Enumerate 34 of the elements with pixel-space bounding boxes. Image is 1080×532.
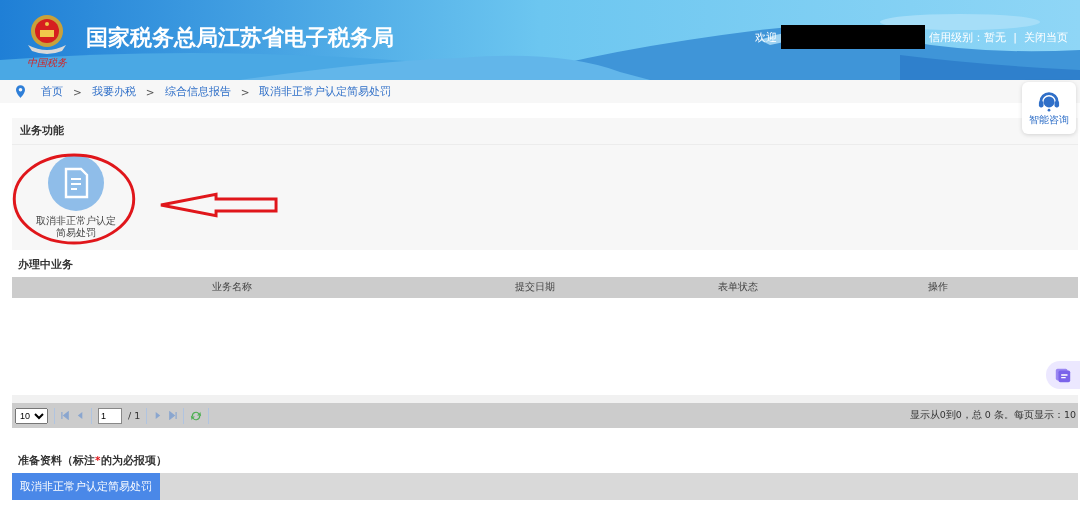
location-pin-icon (16, 85, 25, 98)
material-tab[interactable]: 取消非正常户认定简易处罚 (12, 473, 160, 500)
page-size-select[interactable]: 10 (15, 407, 48, 424)
headset-icon (1038, 90, 1060, 112)
last-page-icon[interactable] (168, 411, 178, 420)
refresh-icon[interactable] (190, 409, 203, 422)
notes-icon (1054, 366, 1072, 384)
breadcrumb-link[interactable]: 取消非正常户认定简易处罚 (259, 84, 392, 99)
document-icon (48, 155, 104, 211)
first-page-icon[interactable] (61, 411, 70, 420)
column-header: 表单状态 (717, 281, 759, 294)
previous-page-icon[interactable] (76, 411, 85, 420)
breadcrumb-link[interactable]: 综合信息报告 (164, 84, 231, 99)
column-header: 业务名称 (211, 281, 253, 294)
column-header: 操作 (927, 281, 949, 294)
section-title: 办理中业务 (18, 258, 74, 272)
breadcrumb-separator: > (144, 85, 156, 98)
logo-caption: 中国税务 (27, 57, 67, 69)
horizontal-scrollbar[interactable] (12, 395, 1078, 403)
breadcrumb-separator: > (239, 85, 251, 98)
consult-button[interactable]: 智能咨询 (1022, 82, 1076, 134)
column-header: 提交日期 (514, 281, 556, 294)
section-title: 准备资料（标注*的为必报项） (18, 454, 168, 468)
credit-level: 信用级别：暂无 (929, 29, 1007, 45)
breadcrumb-link[interactable]: 我要办税 (91, 84, 136, 99)
page-number-field[interactable]: 1 (98, 407, 122, 424)
separator: | (1012, 30, 1018, 44)
page-total: / 1 (128, 410, 141, 421)
chat-bubble-button[interactable] (1046, 361, 1080, 389)
breadcrumb-link[interactable]: 首页 (41, 84, 63, 99)
breadcrumb-separator: > (72, 85, 83, 98)
next-page-icon[interactable] (153, 411, 163, 420)
pager-summary: 显示从0到0，总 0 条。每页显示：10 (909, 409, 1076, 422)
site-title: 国家税务总局江苏省电子税务局 (86, 24, 394, 52)
